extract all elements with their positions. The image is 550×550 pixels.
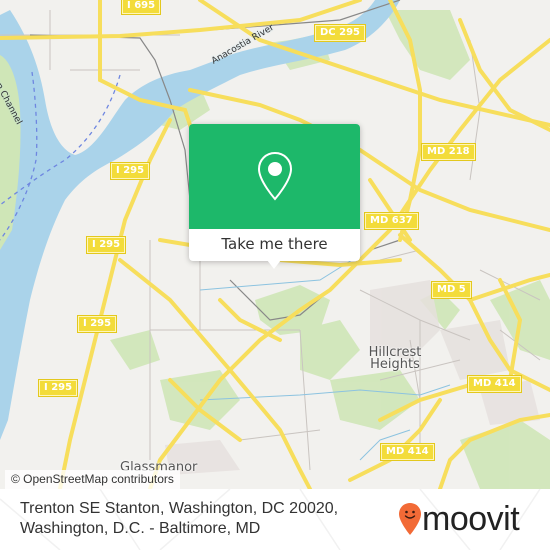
road-badge-dc295: DC 295 xyxy=(315,25,365,41)
road-badge-i295: I 295 xyxy=(39,380,78,396)
popup-pointer xyxy=(267,260,281,269)
destination-popup[interactable]: Take me there xyxy=(189,124,360,269)
road-badge-md5: MD 5 xyxy=(432,282,471,298)
road-badge-md414: MD 414 xyxy=(381,444,434,460)
address-text: Trenton SE Stanton, Washington, DC 20020… xyxy=(20,499,380,539)
road-badge-i295: I 295 xyxy=(111,163,150,179)
address-line-2: Washington, D.C. - Baltimore, MD xyxy=(20,520,261,537)
place-label-hillcrest-heights: Hillcrest Heights xyxy=(368,345,422,372)
road-badge-i295: I 295 xyxy=(87,237,126,253)
road-badge-i295: I 295 xyxy=(78,316,117,332)
road-badge-md414: MD 414 xyxy=(468,376,521,392)
road-badge-i695: I 695 xyxy=(122,0,161,14)
moovit-wordmark: moovit xyxy=(422,500,520,538)
moovit-pin-icon xyxy=(399,503,421,535)
popup-header xyxy=(189,124,360,229)
map-attribution[interactable]: © OpenStreetMap contributors xyxy=(5,470,180,489)
address-line-1: Trenton SE Stanton, Washington, DC 20020… xyxy=(20,500,339,517)
road-badge-md218: MD 218 xyxy=(422,144,475,160)
location-pin-icon xyxy=(257,151,293,201)
road-badge-md637: MD 637 xyxy=(365,213,418,229)
footer: Trenton SE Stanton, Washington, DC 20020… xyxy=(0,489,550,550)
take-me-there-button[interactable]: Take me there xyxy=(189,229,360,261)
map[interactable]: Washington Channel Anacostia River I 695… xyxy=(0,0,550,489)
